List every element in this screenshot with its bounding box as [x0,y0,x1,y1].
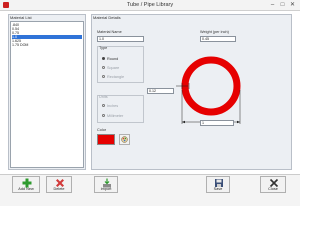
radio-rectangle-label: Rectangle [107,74,125,79]
add-new-label: Add New [18,187,34,191]
units-group [97,95,144,123]
material-list-legend: Material List [10,15,32,20]
arrow-left-icon [182,120,185,124]
radio-inches[interactable] [102,104,105,107]
radio-millimeter[interactable] [102,114,105,117]
radio-round[interactable] [102,57,105,60]
diameter-field[interactable]: 1 [200,120,234,126]
import-label: Import [100,187,112,191]
close-label: Close [268,187,278,191]
material-name-field[interactable]: 1.0 [97,36,144,42]
palette-icon [121,136,128,143]
material-list[interactable]: .840 0.54 0.75 1.0 1.625 1.75 DOM [10,21,84,168]
color-label: Color [97,128,107,132]
close-window-button[interactable]: ✕ [288,1,297,9]
bottom-toolbar [0,174,300,206]
weight-field[interactable]: 0.45 [200,36,236,42]
maximize-button[interactable]: □ [278,1,287,9]
radio-inches-label: Inches [107,103,119,108]
type-legend: Type [99,46,108,50]
import-button[interactable]: Import [94,176,118,193]
radio-millimeter-label: Millimeter [107,113,124,118]
close-button[interactable]: Close [260,176,286,193]
save-label: Save [213,187,223,191]
add-new-button[interactable]: Add New [12,176,40,193]
radio-round-label: Round [107,56,119,61]
arrow-right-icon [237,120,240,124]
minimize-button[interactable]: – [268,1,277,9]
units-legend: Units [99,95,108,99]
wall-thickness-field[interactable]: 0.12 [147,88,174,94]
delete-label: Delete [53,187,65,191]
material-name-label: Material Name [97,30,122,34]
delete-button[interactable]: Delete [46,176,72,193]
weight-label: Weight (per inch) [200,30,229,34]
tube-ring [181,56,241,116]
radio-square[interactable] [102,66,105,69]
color-picker-button[interactable] [119,134,130,145]
list-item[interactable]: 1.75 DOM [12,43,82,47]
material-details-legend: Material Details [93,15,121,20]
window-title: Tube / Pipe Library [126,2,174,8]
radio-square-label: Square [107,65,120,70]
radio-rectangle[interactable] [102,75,105,78]
color-swatch[interactable] [97,134,115,145]
save-button[interactable]: Save [206,176,230,193]
